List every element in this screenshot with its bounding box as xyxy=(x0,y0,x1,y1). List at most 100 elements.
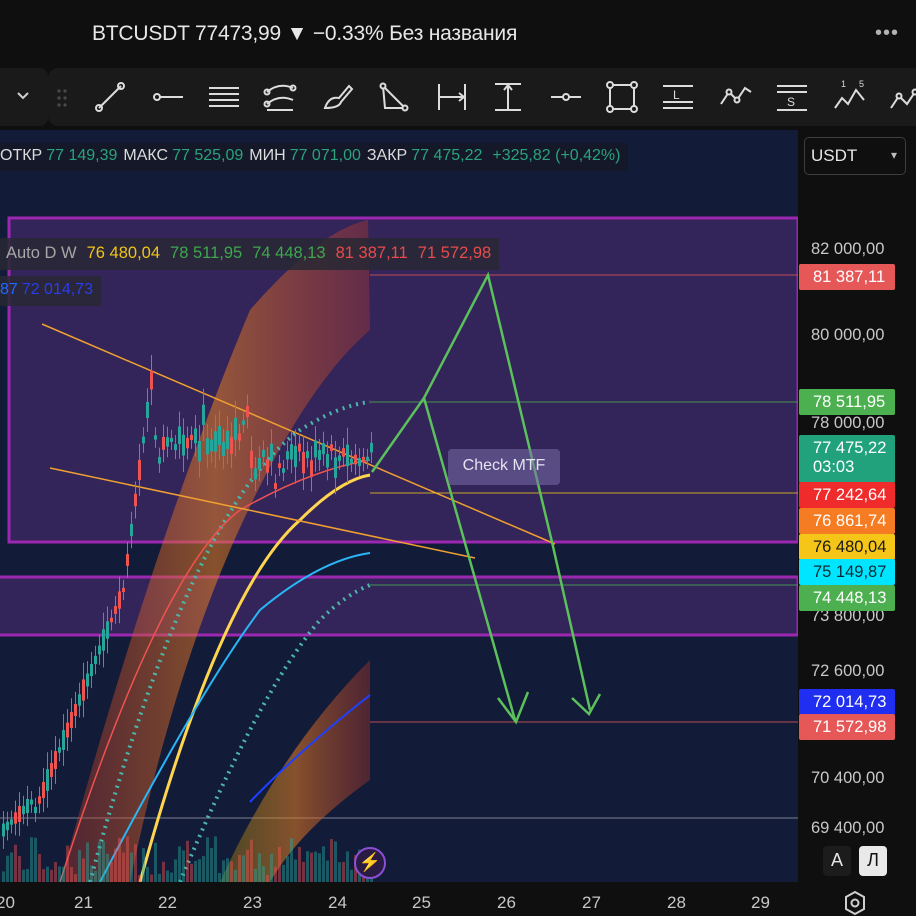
path-tool[interactable] xyxy=(714,76,758,118)
volume-bar xyxy=(346,851,349,882)
candle-body xyxy=(270,443,273,462)
volume-bar xyxy=(318,853,321,882)
volume-bar xyxy=(30,837,33,882)
indicator-name: Auto D W xyxy=(6,244,77,262)
open-label: ОТКР xyxy=(0,147,43,164)
volume-bar xyxy=(130,852,133,882)
volume-bar xyxy=(154,842,157,882)
triangle-pattern-tool[interactable] xyxy=(372,76,416,118)
candle-body xyxy=(210,439,213,452)
volume-bar xyxy=(90,865,93,882)
candle-body xyxy=(34,806,37,814)
candle-body xyxy=(6,821,9,831)
candle-body xyxy=(98,645,101,655)
price-label: 80 000,00 xyxy=(811,326,885,344)
volume-bar xyxy=(314,851,317,882)
horizontal-line-tool[interactable] xyxy=(544,76,588,118)
time-tick: 24 xyxy=(328,893,347,912)
volume-bar xyxy=(58,866,61,882)
volume-bar xyxy=(42,869,45,882)
candle-body xyxy=(366,456,369,461)
price-tag-red[interactable]: 77 242,64 xyxy=(799,482,895,508)
volume-bar xyxy=(226,858,229,882)
candle-body xyxy=(122,587,125,593)
candle-body xyxy=(82,679,85,701)
pitchfork-lines-icon xyxy=(209,87,239,107)
horizontal-ray-tool[interactable] xyxy=(146,76,190,118)
indicator-value-r2: 81 387,11 xyxy=(335,244,408,262)
volume-bar xyxy=(342,861,345,882)
long-position-tool[interactable]: L xyxy=(656,76,700,118)
indicator-legend[interactable]: Auto D W 76 480,04 78 511,95 74 448,13 8… xyxy=(0,238,500,270)
volume-bar xyxy=(6,855,9,882)
candle-body xyxy=(358,458,361,467)
price-tag-pivot[interactable]: 76 480,04 xyxy=(799,534,895,560)
price-tag-cyan[interactable]: 75 149,87 xyxy=(799,559,895,585)
parallel-channel-tool[interactable] xyxy=(258,76,302,118)
horizontal-line-icon xyxy=(551,93,581,101)
volume-bar xyxy=(102,841,105,882)
trading-app: BTCUSDT 77473,99 ▼ −0.33% Без названия •… xyxy=(0,0,916,916)
time-tick: 28 xyxy=(667,893,686,912)
short-position-tool[interactable]: S xyxy=(770,76,814,118)
volume-bar xyxy=(62,866,65,882)
volume-bar xyxy=(122,852,125,882)
price-tag-blue[interactable]: 72 014,73 xyxy=(799,689,895,715)
candle-body xyxy=(230,436,233,454)
price-range-tool[interactable] xyxy=(486,76,530,118)
auto-scale-button[interactable]: А xyxy=(823,846,851,876)
price-tag-r1[interactable]: 78 511,95 xyxy=(799,389,895,415)
arrow-head xyxy=(497,691,530,725)
more-menu-icon[interactable]: ••• xyxy=(872,22,902,46)
volume-bar xyxy=(230,861,233,882)
elliott-wave-tool[interactable] xyxy=(884,76,916,118)
volume-bar xyxy=(194,860,197,882)
candle-body xyxy=(62,730,65,750)
candle-body xyxy=(250,450,253,468)
price-tag-orange[interactable]: 76 861,74 xyxy=(799,508,895,534)
price-tag-r2[interactable]: 81 387,11 xyxy=(799,264,895,290)
candle-body xyxy=(114,606,117,614)
brush-icon xyxy=(323,84,354,110)
open-value: 77 149,39 xyxy=(46,147,118,164)
chart-title[interactable]: BTCUSDT 77473,99 ▼ −0.33% Без названия xyxy=(92,22,517,46)
time-axis[interactable] xyxy=(0,882,916,916)
xabcd-pattern-tool[interactable]: 15 xyxy=(828,76,872,118)
indicator-value-s2: 71 572,98 xyxy=(417,244,492,262)
volume-bar xyxy=(274,867,277,882)
volume-bar xyxy=(98,841,101,882)
volume-bar xyxy=(306,851,309,882)
trend-line-tool[interactable] xyxy=(88,76,132,118)
low-label: МИН xyxy=(249,147,286,164)
price-tag-last[interactable]: 77 475,22 03:03 xyxy=(799,435,895,483)
check-mtf-note[interactable]: Check MTF xyxy=(448,449,560,485)
brush-tool[interactable] xyxy=(316,76,360,118)
rectangle-tool[interactable] xyxy=(600,76,644,118)
candle-body xyxy=(118,591,121,609)
lightning-icon[interactable]: ⚡ xyxy=(354,847,386,879)
indicator-legend-2[interactable]: 87 72 014,73 xyxy=(0,276,101,306)
price-tag-s2[interactable]: 71 572,98 xyxy=(799,714,895,740)
volume-bar xyxy=(70,867,73,882)
price-tag-s1[interactable]: 74 448,13 xyxy=(799,585,895,611)
candle-body xyxy=(342,448,345,457)
currency-select[interactable]: USDT ▾ xyxy=(804,137,906,175)
candle-body xyxy=(314,440,317,458)
candle-body xyxy=(326,454,329,468)
chevron-down-icon[interactable] xyxy=(14,86,32,104)
time-tick: 20 xyxy=(0,893,15,912)
trend-line-icon xyxy=(95,82,125,112)
date-range-tool[interactable] xyxy=(430,76,474,118)
volume-bar xyxy=(26,868,29,882)
high-label: МАКС xyxy=(123,147,169,164)
drag-handle-icon[interactable] xyxy=(56,88,68,108)
candle-body xyxy=(334,457,337,478)
candle-body xyxy=(318,449,321,461)
pitchfork-lines-tool[interactable] xyxy=(202,76,246,118)
candle-body xyxy=(90,663,93,677)
close-label: ЗАКР xyxy=(366,147,408,164)
settings-icon[interactable] xyxy=(842,890,868,916)
log-scale-button[interactable]: Л xyxy=(859,846,887,876)
volume-bar xyxy=(118,837,121,882)
toolbar-left-group[interactable] xyxy=(0,68,48,126)
